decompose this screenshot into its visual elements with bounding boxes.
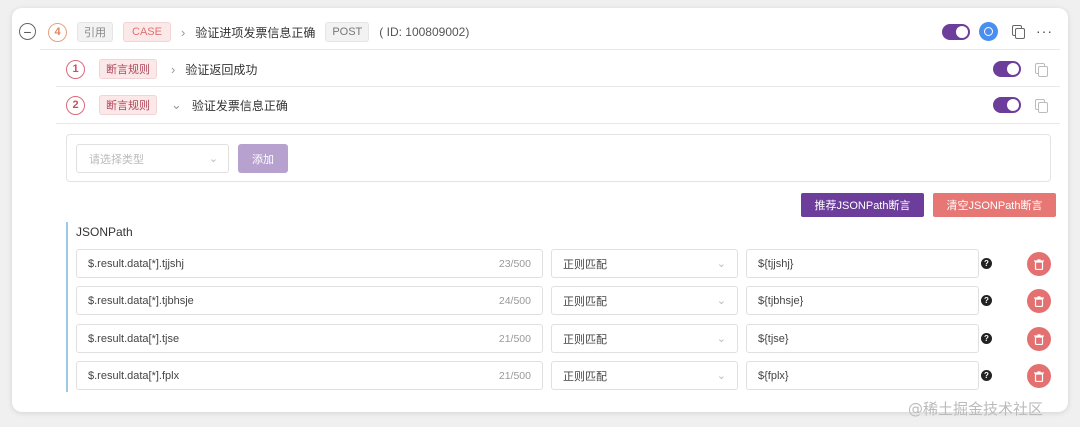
assertion-index-badge: 1 <box>66 59 85 79</box>
assertion-row[interactable]: 1 断言规则 › 验证返回成功 <box>66 59 257 79</box>
recommend-jsonpath-button[interactable]: 推荐JSONPath断言 <box>801 193 924 217</box>
type-select-placeholder: 请选择类型 <box>89 153 144 166</box>
case-header: 4 引用 CASE › 验证进项发票信息正确 POST ( ID: 100809… <box>48 21 469 43</box>
delete-button[interactable] <box>1027 252 1051 276</box>
jsonpath-value: $.result.data[*].tjse <box>88 332 180 345</box>
help-icon[interactable]: ? <box>981 370 992 381</box>
jsonpath-input[interactable]: $.result.data[*].fplx 21/500 <box>76 361 543 390</box>
chevron-down-icon: ⌄ <box>208 153 218 165</box>
match-type-value: 正则匹配 <box>563 370 607 383</box>
assertion-index-badge: 2 <box>66 95 85 115</box>
chevron-down-icon: ⌄ <box>716 370 726 382</box>
copy-icon[interactable] <box>1035 99 1048 113</box>
type-select[interactable]: 请选择类型 ⌄ <box>76 144 229 173</box>
chevron-right-icon[interactable]: › <box>181 25 185 40</box>
match-type-select[interactable]: 正则匹配 ⌄ <box>551 249 738 278</box>
case-index-badge: 4 <box>48 22 67 42</box>
char-count: 21/500 <box>498 369 531 382</box>
char-count: 21/500 <box>498 332 531 345</box>
jsonpath-value: $.result.data[*].tjjshj <box>88 257 184 270</box>
divider <box>56 123 1060 124</box>
assertion-rule-tag: 断言规则 <box>99 59 157 79</box>
info-icon[interactable] <box>979 22 998 41</box>
assertion-title: 验证发票信息正确 <box>191 98 288 113</box>
method-tag: POST <box>325 22 370 42</box>
assertion-title: 验证返回成功 <box>185 62 258 77</box>
delete-button[interactable] <box>1027 327 1051 351</box>
assertion-enable-toggle[interactable] <box>993 97 1021 113</box>
chevron-down-icon: ⌄ <box>716 295 726 307</box>
jsonpath-section-bar <box>66 222 68 392</box>
chevron-down-icon[interactable]: ⌄ <box>171 97 182 113</box>
trash-icon <box>1034 295 1044 307</box>
collapse-icon[interactable]: − <box>19 23 36 40</box>
match-type-select[interactable]: 正则匹配 ⌄ <box>551 361 738 390</box>
jsonpath-input[interactable]: $.result.data[*].tjse 21/500 <box>76 324 543 353</box>
delete-button[interactable] <box>1027 364 1051 388</box>
match-type-value: 正则匹配 <box>563 258 607 271</box>
jsonpath-value: $.result.data[*].fplx <box>88 369 180 382</box>
copy-icon[interactable] <box>1012 25 1025 39</box>
divider <box>56 86 1060 87</box>
variable-value: ${tjbhsje} <box>758 294 804 307</box>
add-type-panel: 请选择类型 ⌄ 添加 <box>66 134 1051 182</box>
copy-icon[interactable] <box>1035 63 1048 77</box>
char-count: 24/500 <box>498 294 531 307</box>
assertion-enable-toggle[interactable] <box>993 61 1021 77</box>
case-title: 验证进项发票信息正确 <box>195 25 316 40</box>
variable-input[interactable]: ${tjjshj} <box>746 249 979 278</box>
char-count: 23/500 <box>498 257 531 270</box>
case-tag: CASE <box>123 22 171 42</box>
delete-button[interactable] <box>1027 289 1051 313</box>
watermark: @稀土掘金技术社区 <box>908 400 1044 418</box>
variable-input[interactable]: ${fplx} <box>746 361 979 390</box>
variable-value: ${fplx} <box>758 369 789 382</box>
case-id: ( ID: 100809002) <box>379 25 470 39</box>
jsonpath-label: JSONPath <box>76 225 133 239</box>
chevron-down-icon: ⌄ <box>716 333 726 345</box>
clear-jsonpath-button[interactable]: 清空JSONPath断言 <box>933 193 1056 217</box>
more-icon[interactable]: ··· <box>1036 23 1053 39</box>
divider <box>40 49 1060 50</box>
assertion-rule-tag: 断言规则 <box>99 95 157 115</box>
match-type-value: 正则匹配 <box>563 333 607 346</box>
trash-icon <box>1034 333 1044 345</box>
chevron-down-icon: ⌄ <box>716 258 726 270</box>
assertion-row[interactable]: 2 断言规则 ⌄ 验证发票信息正确 <box>66 95 288 115</box>
help-icon[interactable]: ? <box>981 333 992 344</box>
help-icon[interactable]: ? <box>981 258 992 269</box>
trash-icon <box>1034 370 1044 382</box>
jsonpath-input[interactable]: $.result.data[*].tjbhsje 24/500 <box>76 286 543 315</box>
variable-value: ${tjse} <box>758 332 789 345</box>
jsonpath-input[interactable]: $.result.data[*].tjjshj 23/500 <box>76 249 543 278</box>
variable-input[interactable]: ${tjbhsje} <box>746 286 979 315</box>
jsonpath-value: $.result.data[*].tjbhsje <box>88 294 194 307</box>
case-enable-toggle[interactable] <box>942 24 970 40</box>
variable-value: ${tjjshj} <box>758 257 794 270</box>
chevron-right-icon[interactable]: › <box>171 62 175 77</box>
match-type-select[interactable]: 正则匹配 ⌄ <box>551 324 738 353</box>
ref-tag: 引用 <box>77 22 113 42</box>
variable-input[interactable]: ${tjse} <box>746 324 979 353</box>
match-type-select[interactable]: 正则匹配 ⌄ <box>551 286 738 315</box>
trash-icon <box>1034 258 1044 270</box>
help-icon[interactable]: ? <box>981 295 992 306</box>
match-type-value: 正则匹配 <box>563 295 607 308</box>
add-button[interactable]: 添加 <box>238 144 288 173</box>
